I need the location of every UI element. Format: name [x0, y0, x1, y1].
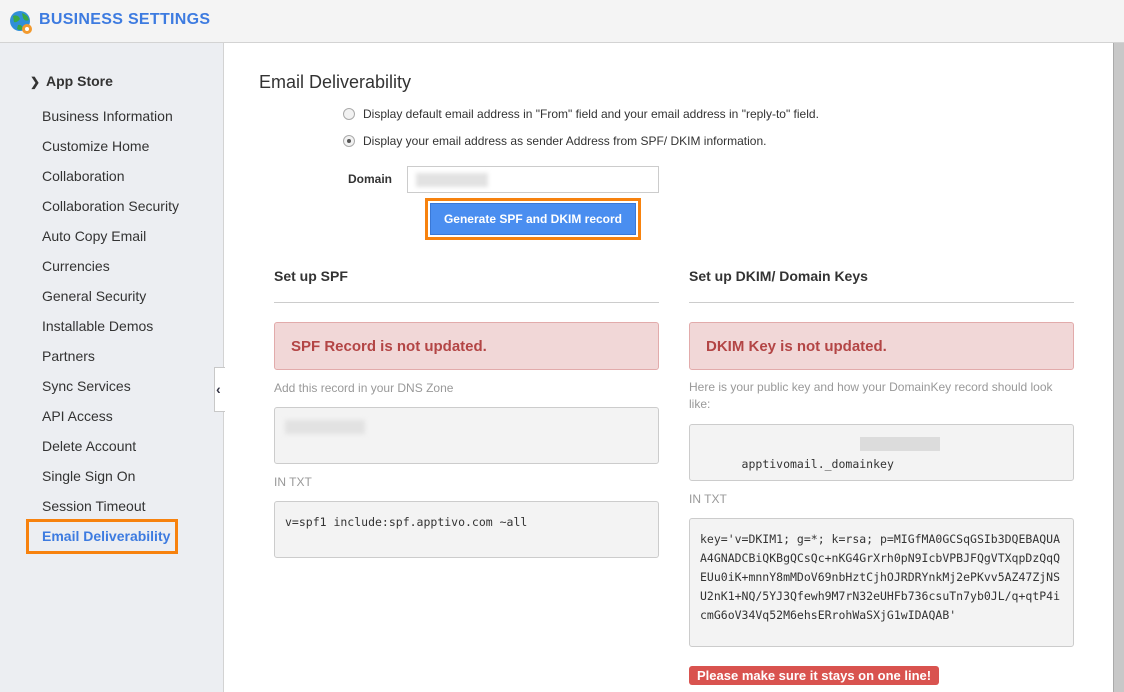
chevron-left-icon: ‹ — [216, 381, 221, 397]
page-title: Email Deliverability — [259, 72, 412, 92]
option-label: Display default email address in "From" … — [363, 107, 819, 121]
option-label: Display your email address as sender Add… — [363, 134, 767, 148]
dkim-host-box[interactable]: apptivomail._domainkey — [689, 424, 1074, 481]
sidebar-item-general-security[interactable]: General Security — [42, 288, 146, 304]
sidebar-item-installable-demos[interactable]: Installable Demos — [42, 318, 153, 334]
radio-default-from[interactable] — [343, 108, 355, 120]
redacted-value — [285, 420, 365, 434]
globe-gear-icon — [10, 11, 32, 34]
domain-label: Domain — [348, 172, 393, 186]
sidebar-item-delete-account[interactable]: Delete Account — [42, 438, 136, 454]
app-header: BUSINESS SETTINGS — [0, 0, 1124, 43]
sidebar-collapse-toggle[interactable]: ‹ — [214, 367, 225, 412]
sidebar-item-email-deliverability[interactable]: Email Deliverability — [42, 528, 170, 544]
dkim-title: Set up DKIM/ Domain Keys — [689, 268, 868, 284]
vertical-scrollbar[interactable] — [1113, 43, 1124, 692]
chevron-right-icon: ❯ — [30, 75, 41, 89]
spf-alert: SPF Record is not updated. — [274, 322, 659, 370]
radio-spf-dkim-sender[interactable] — [343, 135, 355, 147]
sidebar-item-currencies[interactable]: Currencies — [42, 258, 110, 274]
sidebar-item-api-access[interactable]: API Access — [42, 408, 113, 424]
spf-hint: Add this record in your DNS Zone — [274, 381, 454, 395]
spf-host-box[interactable] — [274, 407, 659, 464]
sidebar-section-app-store[interactable]: ❯ App Store — [30, 73, 113, 89]
sidebar-item-collaboration-security[interactable]: Collaboration Security — [42, 198, 179, 214]
spf-in-txt-label: IN TXT — [274, 475, 312, 489]
sidebar-item-sync-services[interactable]: Sync Services — [42, 378, 131, 394]
domain-input[interactable] — [407, 166, 659, 193]
dkim-in-txt-label: IN TXT — [689, 492, 727, 506]
option-default-from[interactable]: Display default email address in "From" … — [343, 107, 819, 121]
dkim-record-box[interactable]: key='v=DKIM1; g=*; k=rsa; p=MIGfMA0GCSqG… — [689, 518, 1074, 647]
main-content: Email Deliverability Display default ema… — [225, 43, 1113, 692]
sidebar-item-session-timeout[interactable]: Session Timeout — [42, 498, 146, 514]
spf-alert-text: SPF Record is not updated. — [291, 338, 487, 355]
sidebar-item-collaboration[interactable]: Collaboration — [42, 168, 125, 184]
spf-record-box[interactable]: v=spf1 include:spf.apptivo.com ~all — [274, 501, 659, 558]
sidebar-section-label: App Store — [46, 73, 113, 89]
dkim-host: apptivomail._domainkey — [741, 457, 894, 471]
one-line-warning: Please make sure it stays on one line! — [689, 666, 940, 685]
sidebar-item-auto-copy-email[interactable]: Auto Copy Email — [42, 228, 146, 244]
redacted-value — [860, 437, 940, 451]
dkim-alert: DKIM Key is not updated. — [689, 322, 1074, 370]
app-title: BUSINESS SETTINGS — [39, 11, 211, 28]
spf-title: Set up SPF — [274, 268, 348, 284]
sidebar: ❯ App Store Business Information Customiz… — [0, 43, 224, 692]
sidebar-item-customize-home[interactable]: Customize Home — [42, 138, 149, 154]
dkim-hint: Here is your public key and how your Dom… — [689, 380, 1053, 411]
redacted-value — [416, 173, 488, 187]
divider — [689, 302, 1074, 303]
generate-spf-dkim-button[interactable]: Generate SPF and DKIM record — [430, 203, 636, 235]
sidebar-item-partners[interactable]: Partners — [42, 348, 95, 364]
divider — [274, 302, 659, 303]
sidebar-item-business-information[interactable]: Business Information — [42, 108, 173, 124]
option-spf-dkim-sender[interactable]: Display your email address as sender Add… — [343, 134, 767, 148]
sidebar-item-single-sign-on[interactable]: Single Sign On — [42, 468, 135, 484]
dkim-alert-text: DKIM Key is not updated. — [706, 338, 887, 355]
